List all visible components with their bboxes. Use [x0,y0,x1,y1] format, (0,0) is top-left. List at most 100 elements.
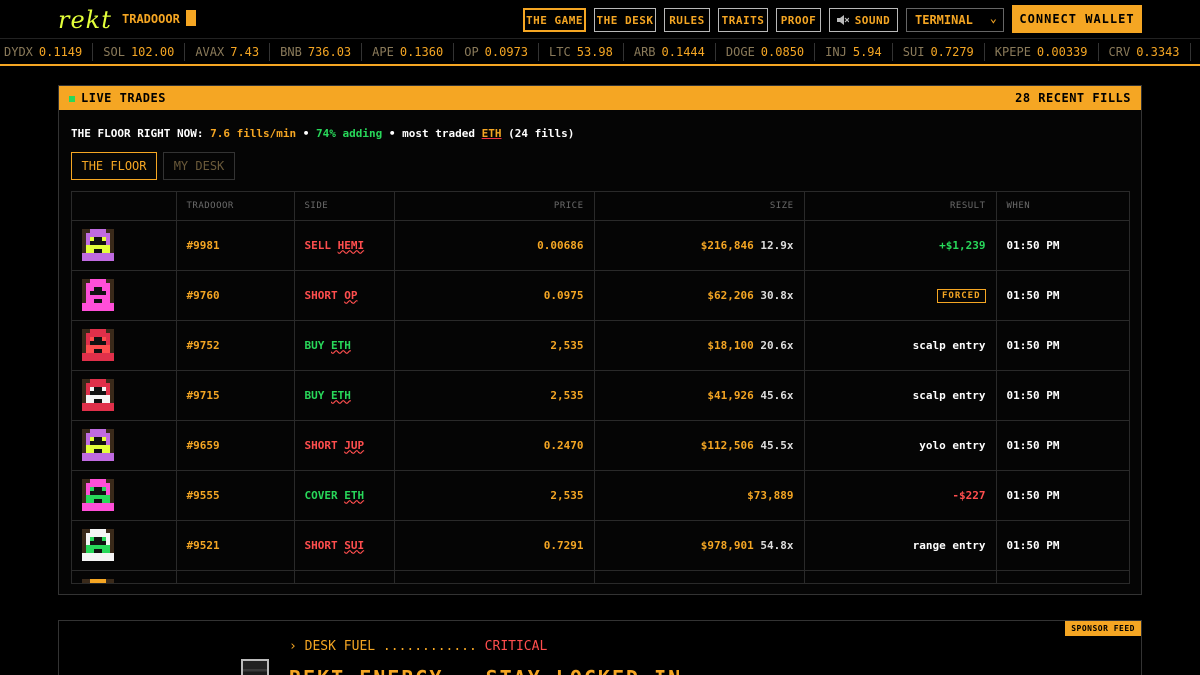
trade-size-usd: $73,889 [747,488,794,502]
ticker-item[interactable]: SOL 102.00 [93,42,186,61]
tradooor-avatar[interactable] [82,229,114,261]
ticker-item[interactable]: INJ 5.94 [815,42,893,61]
tradooor-avatar[interactable] [82,479,114,511]
trade-size-cell: $978,901 54.8x [594,520,805,571]
trade-side: BUY [304,338,325,352]
ticker-item[interactable]: KPEPE 0.00339 [985,42,1099,61]
ticker-item[interactable]: CRV 0.3343 [1099,42,1191,61]
most-traded-token[interactable]: ETH [482,127,502,140]
trade-token[interactable]: OP [344,289,357,302]
ticker-symbol: APE [372,44,394,59]
ticker-symbol: AVAX [195,44,225,59]
trade-size-cell: $238,917 58.1x [594,570,805,583]
ticker-price: 0.1149 [38,44,83,59]
nav-proof-button[interactable]: PROOF [776,8,821,32]
ticker-item[interactable]: APE 0.1360 [362,42,455,61]
ticker-price: 0.1444 [661,44,705,59]
trade-size-usd: $41,926 [707,388,754,402]
tradooor-avatar[interactable] [82,529,114,561]
ticker-price: 736.03 [307,44,352,59]
table-row[interactable]: #9521 SHORT SUI 0.7291 $978,901 54.8x ra… [72,520,1129,571]
tradooor-id[interactable]: #9715 [176,370,295,421]
ticker-symbol: BNB [280,44,302,59]
nav-the-game-button[interactable]: THE GAME [523,8,586,32]
tradooor-id[interactable]: #9485 [176,570,295,583]
col-side: SIDE [294,192,395,221]
ticker-item[interactable]: AVAX 7.43 [185,42,271,61]
theme-select[interactable]: TERMINAL ⌄ [906,8,1004,32]
trade-side: COVER [304,488,338,502]
table-row[interactable]: #9760 SHORT OP 0.0975 $62,206 30.8x FORC… [72,270,1129,321]
ticker-item[interactable]: SUI 0.7279 [893,42,985,61]
trade-token[interactable]: ETH [344,489,364,502]
trade-side-cell: BUY ETH [294,370,395,421]
trade-size-cell: $112,506 45.5x [594,420,805,471]
ticker-item[interactable]: DOGE 0.0850 [716,42,816,61]
col-price: PRICE [394,192,595,221]
sponsor-headline[interactable]: REKT ENERGY — STAY LOCKED IN [289,666,682,675]
trade-token[interactable]: SUI [344,539,364,552]
trade-token[interactable]: HEMI [338,239,365,252]
avatar-cell [72,270,177,321]
ticker-item[interactable]: OP 0.0973 [454,42,540,61]
tab-the-floor[interactable]: THE FLOOR [71,152,157,180]
trade-token[interactable]: ETH [331,389,351,402]
trade-side: SHORT [304,438,338,452]
trade-result-cell: -$227 [804,470,997,521]
ticker-symbol: SUI [902,44,925,59]
cursor-block [186,10,196,26]
most-traded-label: most traded [402,127,476,140]
ticker-price: 53.98 [576,44,613,59]
trade-leverage: 12.9x [760,238,794,252]
ticker-symbol: CRV [1108,44,1131,59]
tradooor-id[interactable]: #9555 [176,470,295,521]
tab-my-desk[interactable]: MY DESK [163,152,235,180]
tradooor-avatar[interactable] [82,329,114,361]
sound-button[interactable]: SOUND [829,8,898,32]
table-row[interactable]: #9981 SELL HEMI 0.00686 $216,846 12.9x +… [72,220,1129,271]
col-size: SIZE [594,192,805,221]
avatar-cell [72,470,177,521]
theme-select-value: TERMINAL [915,13,973,27]
tradooor-avatar[interactable] [82,429,114,461]
trades-table-wrapper[interactable]: TRADOOOR SIDE PRICE SIZE RESULT WHEN #99… [71,191,1130,584]
table-row[interactable]: #9715 BUY ETH 2,535 $41,926 45.6x scalp … [72,370,1129,421]
desk-fuel-label: › DESK FUEL ............ [289,639,477,654]
nav-rules-button[interactable]: RULES [664,8,710,32]
adding-percent: 74% adding [316,127,383,140]
trade-time: 01:50 PM [996,370,1129,421]
table-header-row: TRADOOOR SIDE PRICE SIZE RESULT WHEN [72,192,1129,221]
tradooor-id[interactable]: #9981 [176,220,295,271]
connect-wallet-button[interactable]: CONNECT WALLET [1012,5,1142,33]
nav-traits-button[interactable]: TRAITS [718,8,768,32]
table-row[interactable]: #9555 COVER ETH 2,535 $73,889 -$227 01:5… [72,470,1129,521]
tradooor-id[interactable]: #9760 [176,270,295,321]
trade-size-usd: $112,506 [700,438,754,452]
table-row[interactable]: #9659 SHORT JUP 0.2470 $112,506 45.5x yo… [72,420,1129,471]
ticker-symbol: OP [464,44,479,59]
trade-size-cell: $41,926 45.6x [594,370,805,421]
nav-the-desk-button[interactable]: THE DESK [594,8,656,32]
ticker-item[interactable]: ARB 0.1444 [624,42,716,61]
col-avatar [72,192,177,221]
table-row[interactable]: #9485 BUY TRX 0.2410 $238,917 58.1x FORC… [72,570,1129,583]
trade-time: 01:50 PM [996,320,1129,371]
trade-token[interactable]: ETH [331,339,351,352]
trade-side: BUY [304,388,325,402]
tradooor-id[interactable]: #9521 [176,520,295,571]
trade-time: 01:50 PM [996,220,1129,271]
ticker-item[interactable]: DYDX 0.1149 [0,42,94,61]
trade-price: 0.7291 [394,520,595,571]
live-trades-header: LIVE TRADES 28 RECENT FILLS [59,86,1141,110]
rekt-logo[interactable]: rekt [58,6,112,34]
tradooor-avatar[interactable] [82,579,114,583]
tradooor-avatar[interactable] [82,379,114,411]
table-row[interactable]: #9752 BUY ETH 2,535 $18,100 20.6x scalp … [72,320,1129,371]
trade-result-cell: scalp entry [804,370,997,421]
tradooor-avatar[interactable] [82,279,114,311]
ticker-item[interactable]: LTC 53.98 [539,42,624,61]
tradooor-id[interactable]: #9752 [176,320,295,371]
tradooor-id[interactable]: #9659 [176,420,295,471]
ticker-item[interactable]: BNB 736.03 [270,42,363,61]
trade-token[interactable]: JUP [344,439,364,452]
